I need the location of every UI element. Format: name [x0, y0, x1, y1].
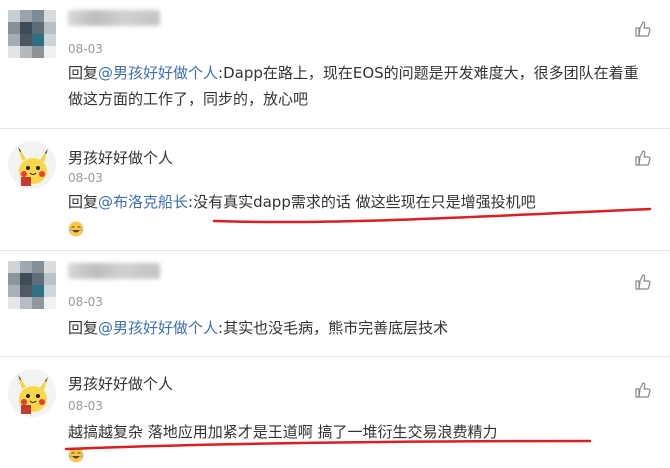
comment-date: 08-03 [68, 399, 103, 413]
comment-item: 08-03 回复@男孩好好做个人:Dapp在路上，现在EOS的问题是开发难度大，… [0, 0, 670, 128]
comment-content: :没有真实dapp需求的话 做这些现在只是增强投机吧 [188, 193, 536, 211]
comment-text: 越搞越复杂 落地应用加紧才是王道啊 搞了一堆衍生交易浪费精力 [68, 419, 652, 445]
mention-link[interactable]: @布洛克船长 [98, 193, 188, 211]
comment-content: 越搞越复杂 落地应用加紧才是王道啊 搞了一堆衍生交易浪费精力 [68, 423, 498, 441]
comment-content: :其实也没毛病，熊市完善底层技术 [218, 319, 449, 337]
user-name-redacted [68, 263, 160, 279]
thumbs-up-icon[interactable] [634, 381, 652, 399]
reply-prefix: 回复 [68, 64, 99, 82]
avatar[interactable] [8, 141, 56, 189]
avatar[interactable] [8, 10, 56, 58]
mention-link[interactable]: @男孩好好做个人 [98, 319, 218, 337]
comment-date: 08-03 [68, 171, 103, 185]
avatar[interactable] [8, 369, 56, 417]
thumbs-up-icon[interactable] [634, 20, 652, 38]
reply-prefix: 回复 [68, 319, 99, 337]
reply-prefix: 回复 [68, 193, 99, 211]
comment-item: 男孩好好做个人 08-03 回复@布洛克船长:没有真实dapp需求的话 做这些现… [0, 129, 670, 250]
thumbs-up-icon[interactable] [634, 273, 652, 291]
comment-text: 回复@男孩好好做个人:其实也没毛病，熊市完善底层技术 [68, 315, 652, 341]
user-name[interactable]: 男孩好好做个人 [68, 147, 173, 168]
thumbs-up-icon[interactable] [634, 149, 652, 167]
comment-text: 回复@布洛克船长:没有真实dapp需求的话 做这些现在只是增强投机吧 [68, 189, 652, 215]
laugh-emoji-icon [68, 447, 84, 463]
laugh-emoji-icon [68, 221, 84, 237]
user-name[interactable]: 男孩好好做个人 [68, 373, 173, 394]
comment-text: 回复@男孩好好做个人:Dapp在路上，现在EOS的问题是开发难度大，很多团队在着… [68, 60, 652, 112]
comment-item: 男孩好好做个人 08-03 越搞越复杂 落地应用加紧才是王道啊 搞了一堆衍生交易… [0, 357, 670, 468]
mention-link[interactable]: @男孩好好做个人 [98, 64, 218, 82]
user-name-redacted [68, 10, 160, 26]
comment-date: 08-03 [68, 295, 103, 309]
comment-item: 08-03 回复@男孩好好做个人:其实也没毛病，熊市完善底层技术 [0, 251, 670, 356]
comment-date: 08-03 [68, 42, 103, 56]
avatar[interactable] [8, 261, 56, 309]
